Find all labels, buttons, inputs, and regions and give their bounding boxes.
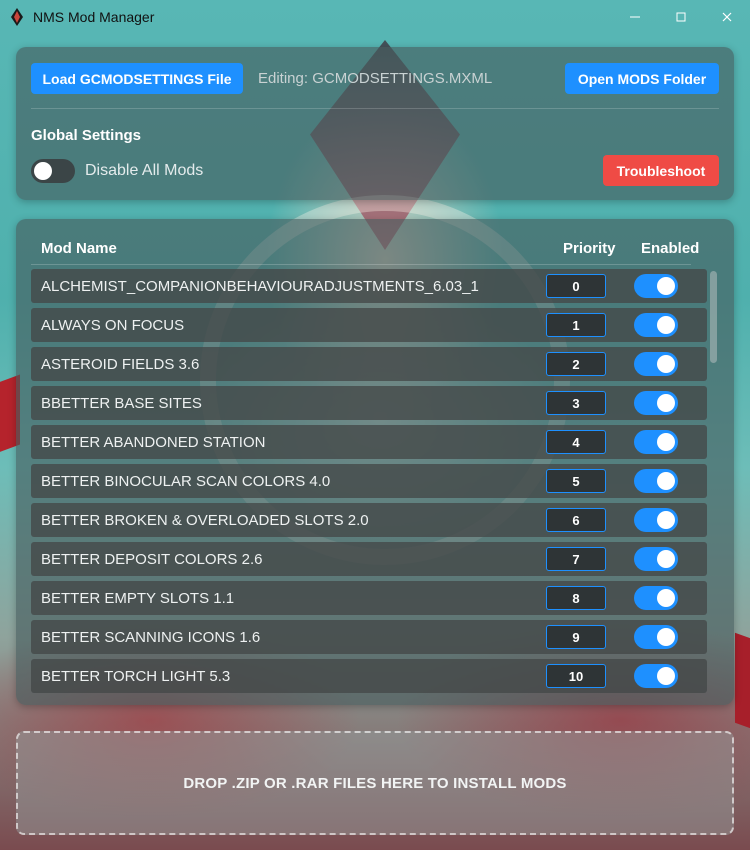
- mod-name: BETTER TORCH LIGHT 5.3: [41, 668, 231, 685]
- mod-list-header: Mod Name Priority Enabled: [41, 240, 711, 262]
- disable-all-mods-label: Disable All Mods: [85, 162, 204, 179]
- toggle-knob: [657, 433, 675, 451]
- mod-row[interactable]: BBETTER BASE SITES 3: [31, 386, 707, 420]
- toggle-knob: [657, 667, 675, 685]
- mod-name: BETTER BROKEN & OVERLOADED SLOTS 2.0: [41, 512, 369, 529]
- mod-name: ALCHEMIST_COMPANIONBEHAVIOURADJUSTMENTS_…: [41, 278, 479, 295]
- disable-all-mods-toggle[interactable]: [31, 159, 75, 183]
- priority-input[interactable]: 0: [546, 274, 606, 298]
- column-header-enabled: Enabled: [641, 240, 700, 257]
- mod-name: BETTER ABANDONED STATION: [41, 434, 266, 451]
- mod-name: ALWAYS ON FOCUS: [41, 317, 185, 334]
- mod-name: BETTER BINOCULAR SCAN COLORS 4.0: [41, 473, 331, 490]
- mod-enabled-toggle[interactable]: [634, 586, 678, 610]
- priority-input[interactable]: 9: [546, 625, 606, 649]
- minimize-icon: [630, 16, 640, 18]
- divider: [31, 108, 719, 109]
- editing-file-label: Editing: GCMODSETTINGS.MXML: [258, 70, 493, 87]
- mod-row[interactable]: ASTEROID FIELDS 3.6 2: [31, 347, 707, 381]
- maximize-button[interactable]: [658, 0, 704, 34]
- mod-row[interactable]: BETTER BINOCULAR SCAN COLORS 4.0 5: [31, 464, 707, 498]
- mod-row[interactable]: BETTER DEPOSIT COLORS 2.6 7: [31, 542, 707, 576]
- priority-input[interactable]: 1: [546, 313, 606, 337]
- mod-enabled-toggle[interactable]: [634, 430, 678, 454]
- open-mods-folder-button[interactable]: Open MODS Folder: [565, 63, 719, 94]
- mod-enabled-toggle[interactable]: [634, 391, 678, 415]
- mod-list-panel: Mod Name Priority Enabled ALCHEMIST_COMP…: [16, 219, 734, 705]
- settings-panel: Load GCMODSETTINGS File Editing: GCMODSE…: [16, 47, 734, 200]
- mod-enabled-toggle[interactable]: [634, 274, 678, 298]
- mod-enabled-toggle[interactable]: [634, 625, 678, 649]
- header-divider: [31, 264, 691, 265]
- toggle-knob: [657, 394, 675, 412]
- title-bar: NMS Mod Manager: [0, 0, 750, 34]
- mod-row[interactable]: ALCHEMIST_COMPANIONBEHAVIOURADJUSTMENTS_…: [31, 269, 707, 303]
- window-title: NMS Mod Manager: [33, 9, 155, 25]
- priority-input[interactable]: 4: [546, 430, 606, 454]
- mod-row[interactable]: BETTER BROKEN & OVERLOADED SLOTS 2.0 6: [31, 503, 707, 537]
- install-drop-zone[interactable]: DROP .ZIP OR .RAR FILES HERE TO INSTALL …: [16, 731, 734, 835]
- toggle-knob: [657, 550, 675, 568]
- priority-input[interactable]: 2: [546, 352, 606, 376]
- priority-input[interactable]: 8: [546, 586, 606, 610]
- mod-name: BETTER DEPOSIT COLORS 2.6: [41, 551, 263, 568]
- mod-enabled-toggle[interactable]: [634, 469, 678, 493]
- minimize-button[interactable]: [612, 0, 658, 34]
- priority-input[interactable]: 7: [546, 547, 606, 571]
- mod-name: BBETTER BASE SITES: [41, 395, 202, 412]
- app-logo-icon: [11, 8, 23, 26]
- toggle-knob: [657, 355, 675, 373]
- mod-row[interactable]: BETTER SCANNING ICONS 1.6 9: [31, 620, 707, 654]
- drop-zone-label: DROP .ZIP OR .RAR FILES HERE TO INSTALL …: [183, 774, 567, 792]
- mod-enabled-toggle[interactable]: [634, 508, 678, 532]
- toggle-knob: [657, 511, 675, 529]
- mod-row[interactable]: ALWAYS ON FOCUS 1: [31, 308, 707, 342]
- mod-row[interactable]: BETTER TORCH LIGHT 5.3 10: [31, 659, 707, 693]
- mod-row[interactable]: BETTER ABANDONED STATION 4: [31, 425, 707, 459]
- priority-input[interactable]: 6: [546, 508, 606, 532]
- mod-enabled-toggle[interactable]: [634, 664, 678, 688]
- toggle-knob: [657, 472, 675, 490]
- mod-enabled-toggle[interactable]: [634, 547, 678, 571]
- toggle-knob: [657, 316, 675, 334]
- toggle-knob: [657, 277, 675, 295]
- global-settings-heading: Global Settings: [31, 127, 142, 144]
- column-header-priority: Priority: [563, 240, 616, 257]
- column-header-mod-name: Mod Name: [41, 240, 117, 257]
- toggle-knob: [657, 589, 675, 607]
- mod-name: ASTEROID FIELDS 3.6: [41, 356, 200, 373]
- mod-list[interactable]: ALCHEMIST_COMPANIONBEHAVIOURADJUSTMENTS_…: [31, 269, 707, 701]
- mod-enabled-toggle[interactable]: [634, 313, 678, 337]
- mod-row[interactable]: BETTER EMPTY SLOTS 1.1 8: [31, 581, 707, 615]
- priority-input[interactable]: 5: [546, 469, 606, 493]
- background-foliage-right: [735, 632, 750, 738]
- mod-name: BETTER EMPTY SLOTS 1.1: [41, 590, 235, 607]
- window-controls: [612, 0, 750, 34]
- troubleshoot-button[interactable]: Troubleshoot: [603, 155, 719, 186]
- priority-input[interactable]: 10: [546, 664, 606, 688]
- maximize-icon: [676, 12, 686, 22]
- toggle-knob: [657, 628, 675, 646]
- close-button[interactable]: [704, 0, 750, 34]
- mod-enabled-toggle[interactable]: [634, 352, 678, 376]
- close-icon: [722, 12, 732, 22]
- load-gcmodsettings-button[interactable]: Load GCMODSETTINGS File: [31, 63, 243, 94]
- mod-list-scrollbar[interactable]: [710, 271, 717, 363]
- toggle-knob: [34, 162, 52, 180]
- mod-name: BETTER SCANNING ICONS 1.6: [41, 629, 261, 646]
- priority-input[interactable]: 3: [546, 391, 606, 415]
